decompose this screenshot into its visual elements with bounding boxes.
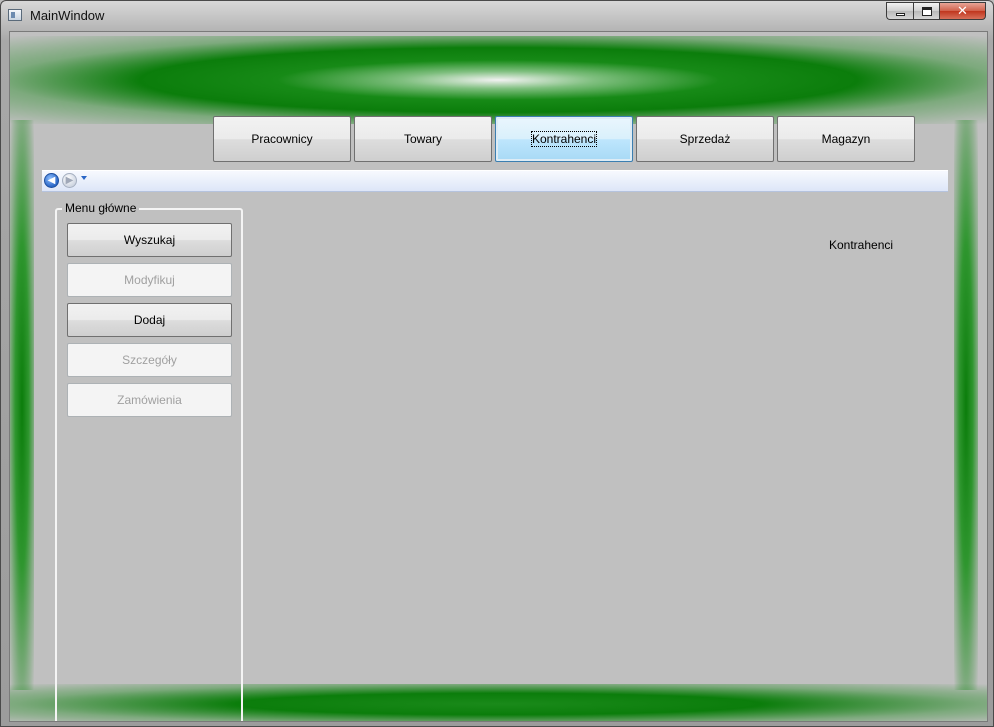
button-label: Dodaj xyxy=(133,313,166,327)
tab-label: Pracownicy xyxy=(251,132,313,146)
search-button[interactable]: Wyszukaj xyxy=(67,223,232,257)
tab-sprzedaz[interactable]: Sprzedaż xyxy=(636,116,774,162)
close-icon: ✕ xyxy=(957,3,968,18)
main-menu-title: Menu główne xyxy=(62,201,140,215)
tab-towary[interactable]: Towary xyxy=(354,116,492,162)
main-menu-group: Menu główne Wyszukaj Modyfikuj Dodaj Szc… xyxy=(55,201,243,721)
maximize-icon xyxy=(921,6,932,16)
main-window: MainWindow ✕ Pracownicy Towary Kontrahen… xyxy=(0,0,994,727)
button-label: Wyszukaj xyxy=(123,233,176,247)
title-bar[interactable]: MainWindow ✕ xyxy=(1,1,993,31)
navigation-bar: ◀ ▶ xyxy=(42,170,948,192)
tab-label: Sprzedaż xyxy=(679,132,731,146)
client-area: Pracownicy Towary Kontrahenci Sprzedaż M… xyxy=(9,31,988,722)
minimize-icon xyxy=(895,12,905,16)
button-label: Zamówienia xyxy=(117,393,182,407)
decorative-glow-right xyxy=(954,120,978,690)
close-button[interactable]: ✕ xyxy=(939,2,986,20)
decorative-glow-left xyxy=(10,120,34,690)
section-tab-row: Pracownicy Towary Kontrahenci Sprzedaż M… xyxy=(213,116,915,162)
minimize-button[interactable] xyxy=(886,2,913,20)
chevron-down-icon[interactable] xyxy=(81,176,87,180)
tab-magazyn[interactable]: Magazyn xyxy=(777,116,915,162)
tab-label: Magazyn xyxy=(821,132,871,146)
button-label: Modyfikuj xyxy=(124,273,175,287)
details-button[interactable]: Szczegóły xyxy=(67,343,232,377)
page-title: Kontrahenci xyxy=(829,238,894,252)
decorative-glow-top xyxy=(10,36,987,124)
tab-pracownicy[interactable]: Pracownicy xyxy=(213,116,351,162)
app-window-icon[interactable] xyxy=(8,9,22,21)
back-arrow-icon[interactable]: ◀ xyxy=(44,173,59,188)
tab-label: Kontrahenci xyxy=(530,131,598,147)
tab-label: Towary xyxy=(403,132,442,146)
maximize-button[interactable] xyxy=(913,2,939,20)
add-button[interactable]: Dodaj xyxy=(67,303,232,337)
tab-kontrahenci[interactable]: Kontrahenci xyxy=(495,116,633,162)
button-label: Szczegóły xyxy=(122,353,177,367)
modify-button[interactable]: Modyfikuj xyxy=(67,263,232,297)
caption-buttons: ✕ xyxy=(886,2,986,21)
forward-arrow-icon[interactable]: ▶ xyxy=(62,173,77,188)
window-title: MainWindow xyxy=(30,8,105,23)
orders-button[interactable]: Zamówienia xyxy=(67,383,232,417)
